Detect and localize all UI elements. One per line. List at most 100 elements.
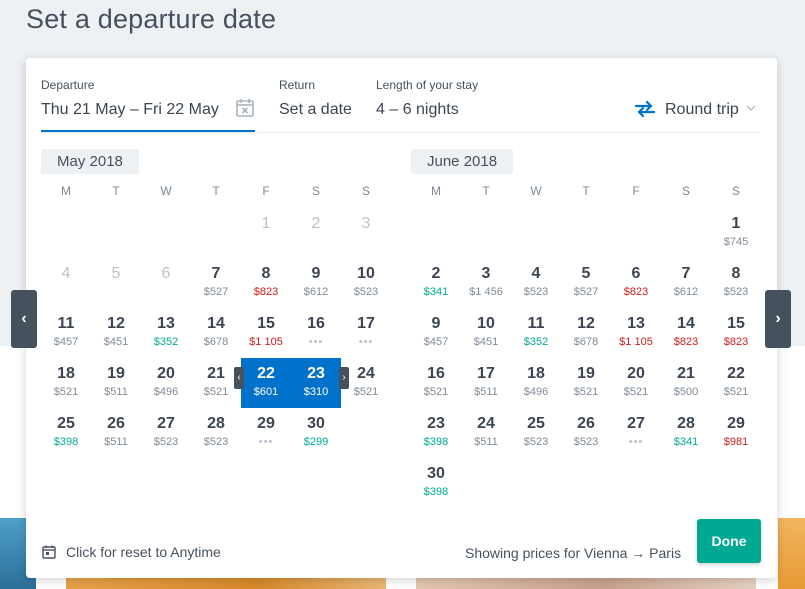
calendar-day[interactable]: 22 $521: [711, 358, 761, 408]
calendar-day[interactable]: 7 $527: [191, 258, 241, 308]
calendar-day[interactable]: 25 $398: [41, 408, 91, 458]
calendar-day[interactable]: 5 $527: [561, 258, 611, 308]
departure-label: Departure: [41, 78, 95, 92]
day-price: $523: [153, 436, 179, 448]
calendar-day[interactable]: 15 $1 105: [241, 308, 291, 358]
calendar-day[interactable]: 28 $341: [661, 408, 711, 458]
calendar-day[interactable]: 25 $523: [511, 408, 561, 458]
prev-month-button[interactable]: ‹: [11, 290, 37, 348]
calendar-day[interactable]: 19 $521: [561, 358, 611, 408]
return-label: Return: [279, 78, 316, 92]
next-month-button[interactable]: ›: [765, 290, 791, 348]
day-price: $352: [523, 336, 549, 348]
calendar-day[interactable]: 27 $523: [141, 408, 191, 458]
departure-field[interactable]: Thu 21 May – Fri 22 May: [41, 101, 219, 119]
calendar-day[interactable]: 29 •••: [241, 408, 291, 458]
calendar-day[interactable]: 28 $523: [191, 408, 241, 458]
day-number: 7: [211, 265, 221, 282]
calendar-day[interactable]: 16 $521: [411, 358, 461, 408]
destination-image[interactable]: [778, 518, 805, 589]
calendar-day[interactable]: 24 $511: [461, 408, 511, 458]
calendar-day[interactable]: 17 $511: [461, 358, 511, 408]
calendar-day[interactable]: 20 $521: [611, 358, 661, 408]
calendar-day[interactable]: 19 $511: [91, 358, 141, 408]
calendar-day[interactable]: 10 $451: [461, 308, 511, 358]
day-number: 28: [207, 415, 225, 432]
calendar-day[interactable]: 26 $523: [561, 408, 611, 458]
trip-type-select[interactable]: Round trip: [665, 101, 739, 119]
weekday-label: S: [681, 184, 690, 198]
day-number: 17: [477, 365, 495, 382]
weekday-label: T: [212, 184, 220, 198]
return-field[interactable]: Set a date: [279, 101, 352, 119]
calendar-day[interactable]: 29 $981: [711, 408, 761, 458]
calendar-day[interactable]: 6 $823: [611, 258, 661, 308]
chevron-down-icon[interactable]: [746, 104, 756, 112]
calendar-day[interactable]: 30 $299: [291, 408, 341, 458]
calendar-day[interactable]: 10 $523: [341, 258, 391, 308]
calendar-day[interactable]: 3 $1 456: [461, 258, 511, 308]
day-number: 2: [311, 215, 321, 232]
day-number: 23: [307, 365, 325, 382]
calendar-day[interactable]: 20 $496: [141, 358, 191, 408]
range-start-handle[interactable]: ‹: [234, 367, 244, 389]
day-number: 30: [427, 465, 445, 482]
calendar-day[interactable]: 12 $451: [91, 308, 141, 358]
day-number: 3: [361, 215, 371, 232]
day-number: 26: [107, 415, 125, 432]
calendar-day[interactable]: 22 $601: [241, 358, 291, 408]
day-number: 14: [677, 315, 695, 332]
day-number: 11: [57, 315, 75, 332]
day-price: $511: [474, 436, 498, 448]
weekday-label: M: [431, 184, 441, 198]
calendar-day[interactable]: 27 •••: [611, 408, 661, 458]
calendar-day[interactable]: 9 $457: [411, 308, 461, 358]
stay-length-field[interactable]: 4 – 6 nights: [376, 101, 459, 119]
calendar-day[interactable]: 21 $500: [661, 358, 711, 408]
calendar-day[interactable]: 26 $511: [91, 408, 141, 458]
calendar-day[interactable]: 18 $521: [41, 358, 91, 408]
day-number: 20: [157, 365, 175, 382]
calendar-day[interactable]: 23 $398: [411, 408, 461, 458]
day-number: 12: [577, 315, 595, 332]
calendar-clear-icon[interactable]: [235, 98, 255, 118]
calendar-day[interactable]: 9 $612: [291, 258, 341, 308]
calendar-day[interactable]: 23 $310: [291, 358, 341, 408]
calendar-day[interactable]: 14 $678: [191, 308, 241, 358]
calendar-day[interactable]: 30 $398: [411, 458, 461, 508]
calendar-day[interactable]: 15 $823: [711, 308, 761, 358]
calendar-day[interactable]: 8 $523: [711, 258, 761, 308]
calendar-day[interactable]: 1 $745: [711, 208, 761, 258]
calendar-day[interactable]: 16 •••: [291, 308, 341, 358]
calendar-day[interactable]: 18 $496: [511, 358, 561, 408]
day-number: 8: [731, 265, 741, 282]
month-label-may: May 2018: [41, 149, 139, 174]
price-loading: •••: [308, 336, 324, 348]
price-loading: •••: [258, 436, 274, 448]
calendar-day[interactable]: 7 $612: [661, 258, 711, 308]
day-number: 26: [577, 415, 595, 432]
calendar-day[interactable]: 11 $457: [41, 308, 91, 358]
day-number: 13: [157, 315, 175, 332]
day-price: $1 105: [249, 336, 283, 348]
calendar-day[interactable]: 14 $823: [661, 308, 711, 358]
calendar-day[interactable]: 8 $823: [241, 258, 291, 308]
day-number: 2: [431, 265, 441, 282]
day-number: 24: [477, 415, 495, 432]
calendar-day[interactable]: 11 $352: [511, 308, 561, 358]
day-number: 30: [307, 415, 325, 432]
day-price: $398: [53, 436, 79, 448]
reset-anytime-link[interactable]: Click for reset to Anytime: [42, 544, 221, 560]
calendar-day[interactable]: 17 •••: [341, 308, 391, 358]
calendar-day[interactable]: 2 $341: [411, 258, 461, 308]
chevron-left-icon: ‹: [21, 310, 27, 327]
calendar-day[interactable]: 12 $678: [561, 308, 611, 358]
done-button[interactable]: Done: [697, 519, 761, 563]
date-picker-popup: Departure Thu 21 May – Fri 22 May Return…: [26, 58, 777, 578]
calendar-day[interactable]: 13 $352: [141, 308, 191, 358]
calendar-day[interactable]: 4 $523: [511, 258, 561, 308]
calendar-icon: [42, 545, 56, 559]
range-end-handle[interactable]: ›: [339, 367, 349, 389]
calendar-day: 4: [41, 258, 91, 308]
calendar-day[interactable]: 13 $1 105: [611, 308, 661, 358]
